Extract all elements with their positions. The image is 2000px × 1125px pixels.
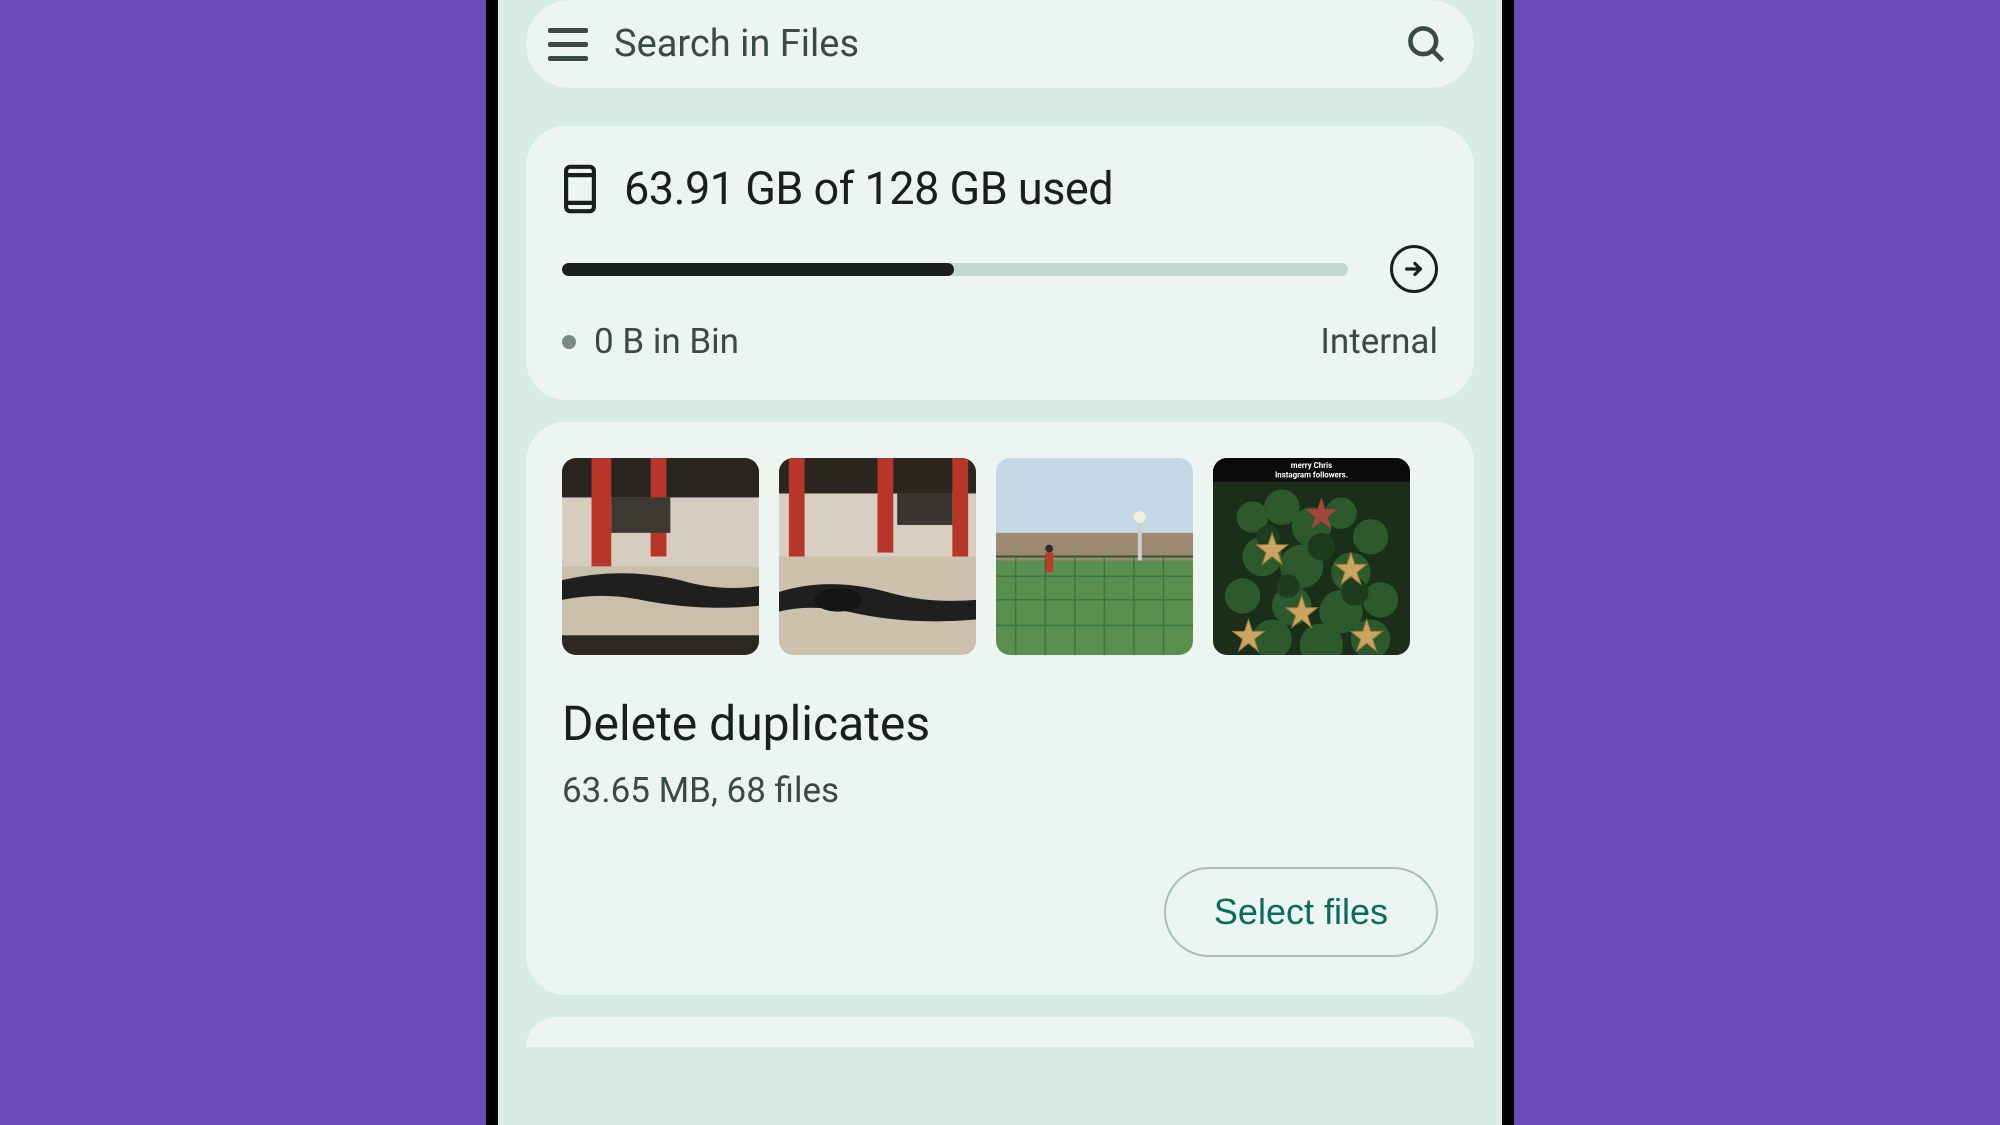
next-card-peek xyxy=(526,1017,1474,1047)
thumbnail-2[interactable] xyxy=(779,458,976,655)
storage-progress-bar xyxy=(562,263,1348,276)
action-row: Select files xyxy=(562,867,1438,957)
thumbnail-4[interactable]: merry Chris Instagram followers. xyxy=(1213,458,1410,655)
storage-footer: 0 B in Bin Internal xyxy=(562,321,1438,362)
progress-row xyxy=(562,245,1438,293)
storage-header: 63.91 GB of 128 GB used xyxy=(562,162,1438,215)
thumbnail-3[interactable] xyxy=(996,458,1193,655)
device-frame: Search in Files 63.91 GB of 128 GB used xyxy=(486,0,1514,1125)
app-screen: Search in Files 63.91 GB of 128 GB used xyxy=(498,0,1502,1125)
overlay-text-2: Instagram followers. xyxy=(1275,471,1348,480)
storage-details-button[interactable] xyxy=(1390,245,1438,293)
thumbnail-row: merry Chris Instagram followers. xyxy=(562,458,1438,655)
dot-icon xyxy=(562,335,576,349)
storage-card: 63.91 GB of 128 GB used 0 B in Bin xyxy=(526,126,1474,400)
select-files-button[interactable]: Select files xyxy=(1164,867,1438,957)
duplicates-card: merry Chris Instagram followers. xyxy=(526,422,1474,995)
storage-location-text: Internal xyxy=(1320,321,1438,362)
search-bar[interactable]: Search in Files xyxy=(526,0,1474,88)
phone-icon xyxy=(562,164,598,214)
overlay-text-1: merry Chris xyxy=(1291,461,1332,470)
bin-size-text: 0 B in Bin xyxy=(594,321,739,362)
search-icon[interactable] xyxy=(1404,22,1448,66)
storage-usage-text: 63.91 GB of 128 GB used xyxy=(624,162,1113,215)
search-placeholder: Search in Files xyxy=(614,22,1382,66)
storage-progress-fill xyxy=(562,263,954,276)
thumbnail-1[interactable] xyxy=(562,458,759,655)
duplicates-title: Delete duplicates xyxy=(562,695,1438,752)
bin-info: 0 B in Bin xyxy=(562,321,739,362)
menu-icon[interactable] xyxy=(548,22,592,66)
duplicates-subtitle: 63.65 MB, 68 files xyxy=(562,770,1438,811)
